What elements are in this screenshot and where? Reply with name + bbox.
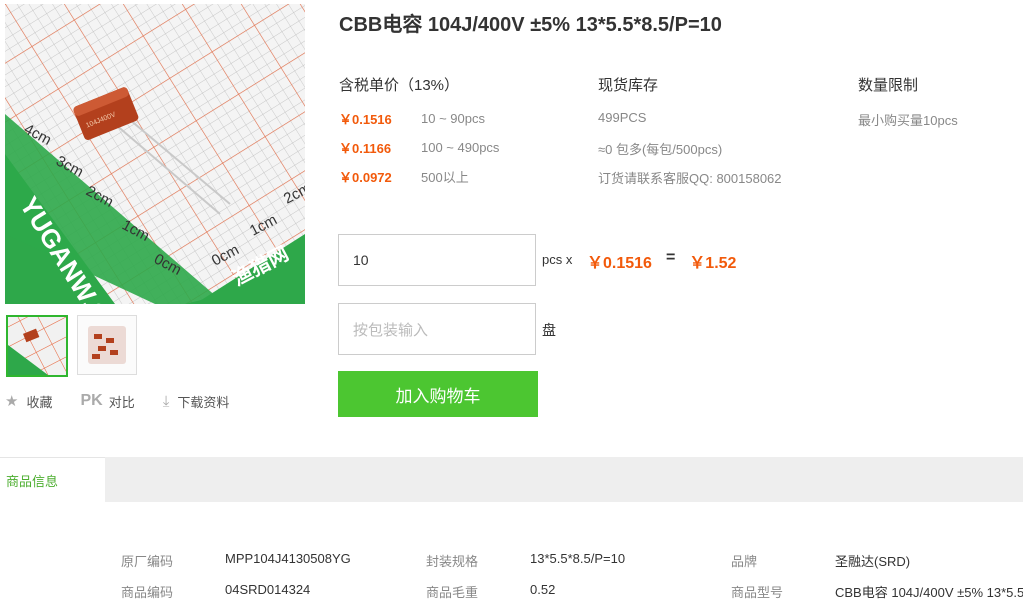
- download-button[interactable]: ⤓ 下载资料: [163, 392, 230, 411]
- favorite-button[interactable]: ★ 收藏: [5, 392, 52, 411]
- stock-contact: 订货请联系客服QQ: 800158062: [598, 171, 782, 186]
- favorite-label: 收藏: [26, 394, 53, 410]
- compare-label: 对比: [108, 394, 135, 410]
- download-icon: ⤓: [162, 392, 170, 410]
- price-calculation: ￥0.1516 = ￥1.52: [587, 249, 736, 273]
- price-header: 含税单价（13%）: [339, 77, 460, 94]
- pk-icon: PK: [80, 392, 103, 409]
- tab-bar: [0, 457, 1023, 502]
- spec-label: 商品编码: [121, 585, 174, 600]
- spec-label: 原厂编码: [121, 554, 174, 569]
- spec-label: 商品型号: [731, 585, 784, 600]
- spec-label: 封装规格: [426, 554, 479, 569]
- unit-pcs-label: pcs x: [542, 252, 573, 267]
- stock-packs: ≈0 包多(每包/500pcs): [598, 142, 723, 157]
- tier-price: ￥0.1166: [339, 140, 392, 156]
- product-title: CBB电容 104J/400V ±5% 13*5.5*8.5/P=10: [339, 14, 722, 36]
- quantity-input[interactable]: 10: [338, 234, 536, 286]
- pack-unit-label: 盘: [542, 322, 556, 338]
- calc-equals: =: [665, 249, 676, 266]
- package-input[interactable]: 按包装输入: [338, 303, 536, 355]
- calc-unit-price: ￥0.1516: [587, 255, 652, 272]
- spec-value: 13*5.5*8.5/P=10: [530, 551, 626, 566]
- spec-value: 圣融达(SRD): [835, 554, 911, 569]
- spec-value: 0.52: [530, 582, 556, 597]
- spec-label: 品牌: [731, 554, 758, 569]
- download-label: 下载资料: [177, 394, 230, 410]
- stock-quantity: 499PCS: [598, 110, 647, 125]
- limit-header: 数量限制: [858, 77, 919, 94]
- add-to-cart-button[interactable]: 加入购物车: [338, 371, 538, 417]
- spec-value: 04SRD014324: [225, 582, 311, 597]
- stock-header: 现货库存: [598, 77, 659, 94]
- spec-value: MPP104J4130508YG: [225, 551, 351, 566]
- image-actions: ★ 收藏 PK 对比 ⤓ 下载资料: [5, 391, 257, 411]
- price-tier: ￥0.0972 500以上: [339, 166, 469, 186]
- thumbnail-1[interactable]: [6, 315, 68, 377]
- product-main-image[interactable]: 104J400V YUGANW.COM 4cm 3cm 2cm 1cm 0cm …: [5, 4, 305, 304]
- spec-value: CBB电容 104J/400V ±5% 13*5.5*8.5/P=10: [835, 585, 1023, 600]
- price-tier: ￥0.1516 10 ~ 90pcs: [339, 108, 485, 128]
- tier-range: 10 ~ 90pcs: [421, 110, 485, 126]
- compare-button[interactable]: PK 对比: [80, 392, 134, 411]
- spec-label: 商品毛重: [426, 585, 479, 600]
- calc-total: ￥1.52: [689, 255, 737, 272]
- min-order-text: 最小购买量10pcs: [858, 113, 958, 128]
- tab-product-info[interactable]: 商品信息: [0, 457, 105, 502]
- tier-range: 500以上: [421, 169, 469, 185]
- tier-price: ￥0.1516: [339, 111, 392, 127]
- price-tier: ￥0.1166 100 ~ 490pcs: [339, 137, 499, 157]
- package-placeholder: 按包装输入: [353, 321, 429, 339]
- tier-price: ￥0.0972: [339, 169, 392, 185]
- star-icon: ★: [5, 393, 19, 410]
- thumbnail-2[interactable]: [77, 315, 137, 375]
- quantity-value: 10: [353, 252, 369, 268]
- tier-range: 100 ~ 490pcs: [421, 139, 500, 155]
